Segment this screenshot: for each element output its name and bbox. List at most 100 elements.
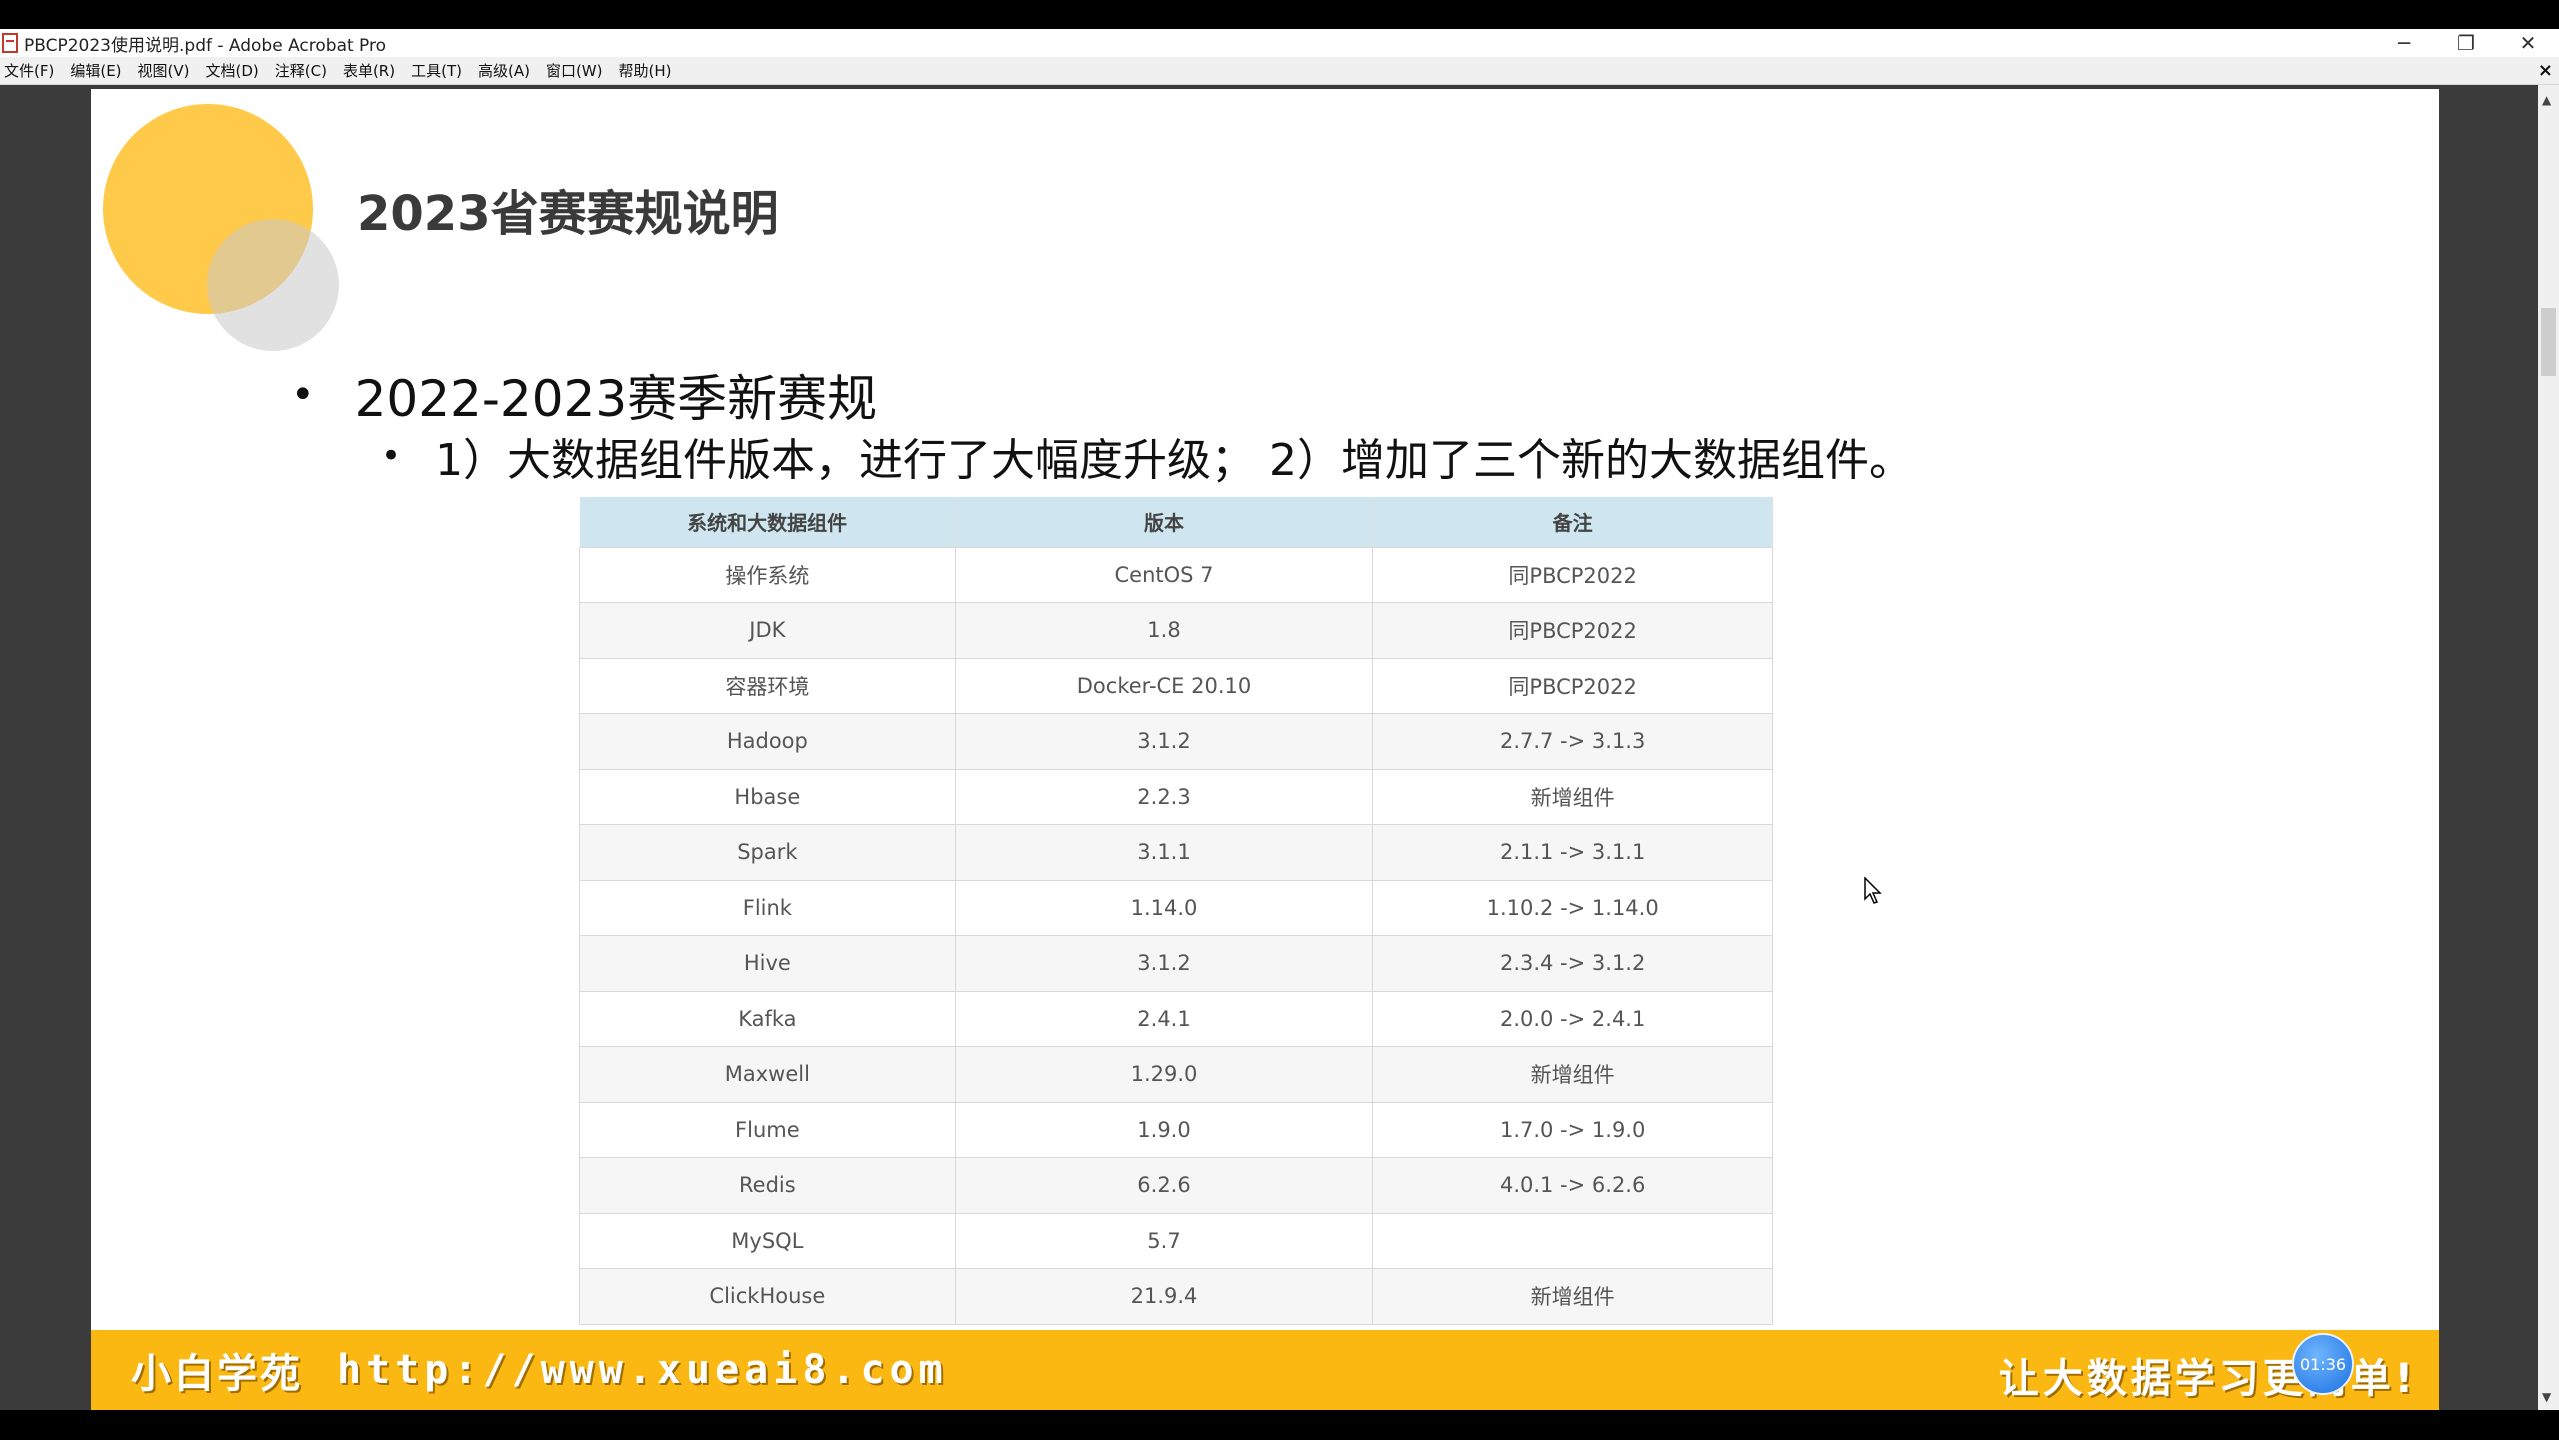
bullet-level-2-text: 1）大数据组件版本，进行了大幅度升级； 2）增加了三个新的大数据组件。: [435, 435, 1914, 486]
cell-remark: [1372, 1212, 1773, 1269]
cell-remark: 同PBCP2022: [1372, 602, 1773, 659]
bullet-level-2: • 1）大数据组件版本，进行了大幅度升级； 2）增加了三个新的大数据组件。: [381, 424, 1913, 488]
cell-remark: 1.7.0 -> 1.9.0: [1372, 1101, 1773, 1158]
header-version: 版本: [955, 497, 1374, 547]
scroll-up-arrow-icon[interactable]: ▲: [2542, 93, 2551, 107]
menu-tools[interactable]: 工具(T): [407, 60, 470, 81]
slide-title: 2023省赛赛规说明: [357, 186, 779, 242]
cell-version: CentOS 7: [954, 546, 1374, 603]
cell-component: 操作系统: [579, 546, 956, 603]
table-row: Maxwell 1.29.0 新增组件: [579, 1046, 1773, 1103]
cell-remark: 2.0.0 -> 2.4.1: [1372, 990, 1773, 1047]
menu-window[interactable]: 窗口(W): [542, 60, 611, 81]
cell-component: Redis: [579, 1157, 956, 1214]
table-row: Flink 1.14.0 1.10.2 -> 1.14.0: [579, 879, 1773, 936]
table-row: 操作系统 CentOS 7 同PBCP2022: [579, 546, 1773, 603]
close-button[interactable]: ✕: [2497, 29, 2559, 57]
cell-component: Hbase: [579, 768, 956, 825]
table-row: Hbase 2.2.3 新增组件: [579, 768, 1773, 825]
cell-component: Flume: [579, 1101, 956, 1158]
cell-version: 2.4.1: [954, 990, 1374, 1047]
cell-version: 1.29.0: [954, 1046, 1374, 1103]
bullet-level-1: • 2022-2023赛季新赛规: [291, 359, 877, 431]
menu-file[interactable]: 文件(F): [0, 60, 62, 81]
cell-version: 6.2.6: [954, 1157, 1374, 1214]
table-row: Hadoop 3.1.2 2.7.7 -> 3.1.3: [579, 713, 1773, 770]
table-row: 容器环境 Docker-CE 20.10 同PBCP2022: [579, 657, 1773, 714]
scroll-thumb[interactable]: [2541, 308, 2556, 376]
cell-version: 5.7: [954, 1212, 1374, 1269]
banner-slogan: 让大数据学习更简单!: [1998, 1356, 2417, 1402]
video-watermark-banner: 小白学苑 http://www.xueai8.com 让大数据学习更简单!: [91, 1330, 2439, 1410]
menu-forms[interactable]: 表单(R): [339, 60, 403, 81]
bottom-black-strip: [0, 1410, 2559, 1440]
menu-document[interactable]: 文档(D): [202, 60, 267, 81]
menu-help[interactable]: 帮助(H): [614, 60, 679, 81]
pdf-page: 2023省赛赛规说明 • 2022-2023赛季新赛规 • 1）大数据组件版本，…: [91, 89, 2439, 1410]
table-row: JDK 1.8 同PBCP2022: [579, 602, 1773, 659]
cell-remark: 新增组件: [1372, 768, 1773, 825]
cell-component: 容器环境: [579, 657, 956, 714]
bullet-level-1-text: 2022-2023赛季新赛规: [354, 370, 878, 428]
menu-comment[interactable]: 注释(C): [271, 60, 335, 81]
cell-version: 1.8: [954, 602, 1374, 659]
cell-version: 3.1.2: [954, 935, 1374, 992]
table-row: Redis 6.2.6 4.0.1 -> 6.2.6: [579, 1157, 1773, 1214]
table-row: Spark 3.1.1 2.1.1 -> 3.1.1: [579, 824, 1773, 881]
vertical-scrollbar[interactable]: ▲ ▼: [2538, 85, 2559, 1410]
cell-component: MySQL: [579, 1212, 956, 1269]
menu-advanced[interactable]: 高级(A): [474, 60, 538, 81]
cell-component: Hive: [579, 935, 956, 992]
menu-view[interactable]: 视图(V): [134, 60, 198, 81]
scroll-down-arrow-icon[interactable]: ▼: [2542, 1390, 2551, 1404]
header-remark: 备注: [1372, 497, 1773, 547]
cell-component: JDK: [579, 602, 956, 659]
menu-edit[interactable]: 编辑(E): [66, 60, 129, 81]
cell-remark: 1.10.2 -> 1.14.0: [1372, 879, 1773, 936]
table-row: MySQL 5.7: [579, 1212, 1773, 1269]
cell-remark: 2.3.4 -> 3.1.2: [1372, 935, 1773, 992]
mouse-cursor-icon: [1864, 877, 1882, 904]
title-bar: PBCP2023使用说明.pdf - Adobe Acrobat Pro ─ ❐…: [0, 29, 2559, 57]
cell-component: Maxwell: [579, 1046, 956, 1103]
cell-version: 3.1.2: [954, 713, 1374, 770]
pdf-app-icon: [2, 33, 18, 53]
banner-brand: 小白学苑: [131, 1351, 303, 1397]
document-area[interactable]: 2023省赛赛规说明 • 2022-2023赛季新赛规 • 1）大数据组件版本，…: [0, 85, 2538, 1410]
cell-version: 1.14.0: [954, 879, 1374, 936]
cell-component: Flink: [579, 879, 956, 936]
cell-component: ClickHouse: [579, 1268, 956, 1325]
restore-button[interactable]: ❐: [2435, 29, 2497, 57]
cell-remark: 2.1.1 -> 3.1.1: [1372, 824, 1773, 881]
top-black-strip: [0, 0, 2559, 29]
header-component: 系统和大数据组件: [579, 497, 956, 547]
cell-component: Hadoop: [579, 713, 956, 770]
screen: PBCP2023使用说明.pdf - Adobe Acrobat Pro ─ ❐…: [0, 0, 2559, 1440]
component-version-table: 系统和大数据组件 版本 备注 操作系统 CentOS 7 同PBCP2022 JDK…: [579, 497, 1773, 1325]
cell-version: 21.9.4: [954, 1268, 1374, 1325]
banner-url: http://www.xueai8.com: [337, 1347, 948, 1393]
window-title: PBCP2023使用说明.pdf - Adobe Acrobat Pro: [24, 35, 387, 56]
table-row: Hive 3.1.2 2.3.4 -> 3.1.2: [579, 935, 1773, 992]
table-row: ClickHouse 21.9.4 新增组件: [579, 1268, 1773, 1325]
cell-component: Spark: [579, 824, 956, 881]
document-close-icon[interactable]: ×: [2538, 60, 2553, 81]
table-header-row: 系统和大数据组件 版本 备注: [579, 497, 1773, 547]
table-row: Kafka 2.4.1 2.0.0 -> 2.4.1: [579, 990, 1773, 1047]
cell-remark: 同PBCP2022: [1372, 657, 1773, 714]
window-controls: ─ ❐ ✕: [2373, 29, 2559, 57]
cell-remark: 同PBCP2022: [1372, 546, 1773, 603]
recording-timer-badge[interactable]: 01:36: [2292, 1333, 2354, 1395]
bullet-dot: •: [291, 372, 315, 418]
cell-remark: 新增组件: [1372, 1268, 1773, 1325]
table-row: Flume 1.9.0 1.7.0 -> 1.9.0: [579, 1101, 1773, 1158]
cell-remark: 4.0.1 -> 6.2.6: [1372, 1157, 1773, 1214]
bullet-dot: •: [381, 436, 402, 476]
cell-version: 2.2.3: [954, 768, 1374, 825]
cell-version: 1.9.0: [954, 1101, 1374, 1158]
cell-component: Kafka: [579, 990, 956, 1047]
minimize-button[interactable]: ─: [2373, 29, 2435, 57]
cell-remark: 2.7.7 -> 3.1.3: [1372, 713, 1773, 770]
cell-remark: 新增组件: [1372, 1046, 1773, 1103]
decorative-gray-circle: [207, 219, 339, 351]
